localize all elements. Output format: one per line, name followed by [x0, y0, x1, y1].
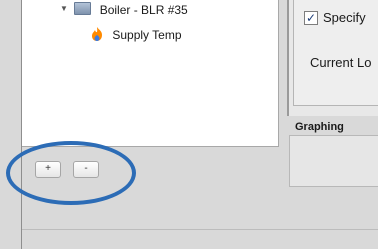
graphing-title: Graphing — [295, 121, 344, 133]
tree-item-label: Supply Temp — [112, 28, 182, 42]
specify-label: Specify — [323, 10, 366, 25]
properties-group: ✓ Specify Current Lo — [293, 0, 378, 106]
properties-panel: ✓ Specify Current Lo — [289, 0, 378, 116]
tree-item-supply-temp[interactable]: Supply Temp — [90, 26, 182, 42]
tree-panel: ▼ Boiler - BLR #35 Supply Temp — [22, 0, 279, 147]
specify-checkbox[interactable]: ✓ — [304, 11, 318, 25]
highlight-annotation — [6, 141, 136, 205]
current-label: Current Lo — [310, 55, 372, 70]
expand-caret-icon[interactable]: ▼ — [60, 2, 68, 16]
tree-item-label: Boiler - BLR #35 — [99, 3, 188, 17]
graphing-panel — [289, 135, 378, 187]
bottom-divider — [22, 229, 378, 230]
tree-item-boiler[interactable]: ▼ Boiler - BLR #35 — [60, 2, 188, 18]
folder-icon — [74, 2, 92, 15]
app-window: ▼ Boiler - BLR #35 Supply Temp + - ✓ Spe… — [0, 0, 378, 249]
flame-icon — [92, 27, 102, 41]
